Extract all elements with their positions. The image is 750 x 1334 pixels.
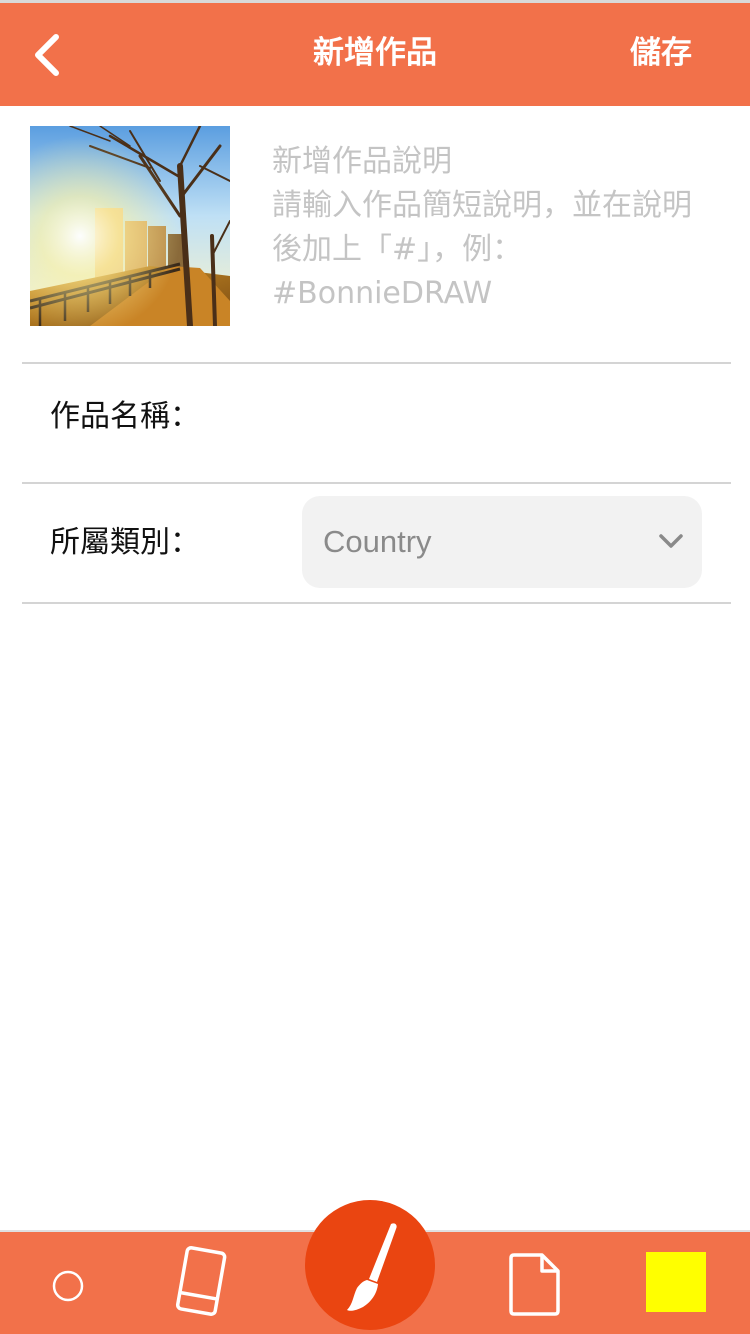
divider — [22, 362, 731, 364]
new-page-icon — [509, 1253, 560, 1316]
eraser-icon — [175, 1246, 227, 1316]
divider — [22, 602, 731, 604]
artwork-thumbnail[interactable] — [30, 126, 230, 326]
eraser-button[interactable] — [170, 1244, 232, 1320]
paintbrush-icon — [347, 1223, 397, 1311]
artwork-image — [30, 126, 230, 326]
circle-brush-size-icon — [52, 1270, 84, 1302]
divider — [22, 482, 731, 484]
brush-button[interactable] — [305, 1200, 435, 1330]
color-swatch[interactable] — [646, 1252, 706, 1312]
nav-bar: 新增作品 儲存 — [0, 0, 750, 106]
chevron-down-icon — [659, 534, 683, 548]
new-page-button[interactable] — [508, 1251, 562, 1317]
artwork-name-label: 作品名稱： — [50, 399, 200, 434]
category-select[interactable]: Country — [302, 496, 702, 588]
save-button[interactable]: 儲存 — [630, 31, 692, 75]
description-input[interactable] — [272, 140, 712, 320]
artwork-name-input[interactable] — [280, 392, 710, 442]
category-label: 所屬類別： — [50, 525, 200, 560]
category-value: Country — [323, 524, 432, 559]
brush-size-button[interactable] — [50, 1268, 86, 1304]
